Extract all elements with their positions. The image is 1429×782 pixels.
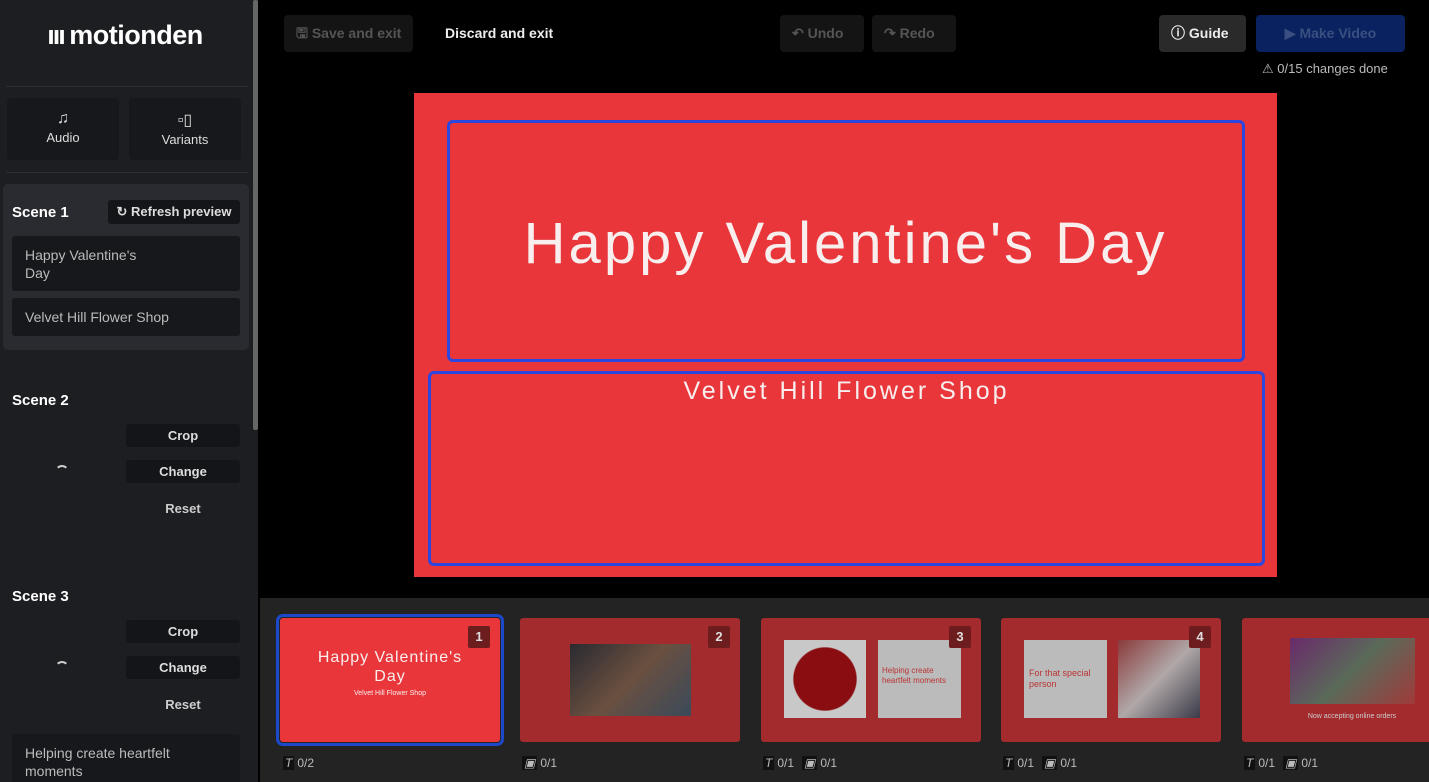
scene-1-title-field[interactable]: Happy Valentine's Day	[12, 236, 240, 291]
scene-1-title: Scene 1	[12, 204, 69, 221]
sidebar: ııı motionden ♫ Audio ▫▯ Variants Scene 1 …	[0, 0, 258, 782]
image-icon: ▣	[522, 756, 538, 770]
thumb-text: Now accepting online orders	[1307, 713, 1397, 720]
scene-number-badge: 4	[1189, 626, 1211, 648]
image-icon: ▣	[1283, 756, 1299, 770]
scene-2-title: Scene 2	[12, 392, 69, 409]
thumb-text: For that special person	[1024, 640, 1107, 718]
redo-icon: ↷	[884, 25, 900, 41]
scene-thumbnail-2[interactable]: 2	[520, 618, 740, 742]
loading-spinner-icon	[55, 465, 69, 479]
discard-and-exit-button[interactable]: Discard and exit	[433, 15, 565, 52]
warning-icon: ⚠	[1262, 61, 1278, 76]
refresh-icon: ↻	[116, 204, 132, 219]
sidebar-scrollbar[interactable]	[253, 0, 258, 430]
text-icon: T	[1003, 756, 1015, 770]
changes-status: ⚠ 0/15 changes done	[1262, 61, 1388, 77]
variants-icon: ▫▯	[177, 112, 193, 129]
image-icon: ▣	[1042, 756, 1058, 770]
scene-3-title: Scene 3	[12, 588, 69, 605]
thumb-5-counts: T 0/1 ▣ 0/1	[1244, 756, 1319, 770]
audio-label: Audio	[46, 130, 80, 145]
thumb-4-counts: T 0/1 ▣ 0/1	[1003, 756, 1078, 770]
variants-label: Variants	[161, 132, 209, 147]
thumb-2-counts: ▣ 0/1	[522, 756, 558, 770]
changes-text: 0/15 changes done	[1277, 61, 1388, 76]
canvas-subtitle[interactable]: Velvet Hill Flower Shop	[428, 377, 1265, 406]
scene-thumbnail-3[interactable]: Helping create heartfelt moments 3	[761, 618, 981, 742]
preview-canvas: Happy Valentine's Day Velvet Hill Flower…	[414, 93, 1277, 577]
redo-button[interactable]: ↷ Redo	[872, 15, 956, 52]
save-and-exit-button[interactable]: 🖫 Save and exit	[284, 15, 414, 52]
guide-button[interactable]: ⓘ Guide	[1159, 15, 1246, 52]
guide-label: Guide	[1188, 25, 1229, 41]
scene-2-change-button[interactable]: Change	[126, 460, 240, 483]
loading-spinner-icon	[55, 661, 69, 675]
online-orders-photo	[1290, 638, 1415, 704]
make-video-button[interactable]: ▶ Make Video	[1256, 15, 1405, 52]
thumb-title: Happy Valentine's Day	[317, 649, 463, 685]
undo-button[interactable]: ↶ Undo	[780, 15, 864, 52]
scene-2-reset-button[interactable]: Reset	[126, 501, 240, 516]
music-note-icon: ♫	[57, 110, 69, 127]
audio-button[interactable]: ♫ Audio	[7, 98, 119, 160]
couple-photo	[1118, 640, 1200, 718]
undo-label: Undo	[807, 25, 844, 41]
refresh-label: Refresh preview	[131, 204, 232, 219]
logo: ııı motionden	[47, 20, 203, 50]
divider	[6, 172, 248, 173]
scene-2-crop-button[interactable]: Crop	[126, 424, 240, 447]
text-icon: T	[283, 756, 295, 770]
redo-label: Redo	[899, 25, 935, 41]
scene-number-badge: 1	[468, 626, 490, 648]
divider	[6, 86, 248, 87]
undo-icon: ↶	[792, 25, 808, 41]
image-icon: ▣	[802, 756, 818, 770]
thumb-3-counts: T 0/1 ▣ 0/1	[763, 756, 838, 770]
scene-1-subtitle-field[interactable]: Velvet Hill Flower Shop	[12, 298, 240, 336]
scene-number-badge: 3	[949, 626, 971, 648]
save-label: Save and exit	[311, 25, 402, 41]
refresh-preview-button[interactable]: ↻ Refresh preview	[108, 200, 240, 224]
scene-3-change-button[interactable]: Change	[126, 656, 240, 679]
scene-3-crop-button[interactable]: Crop	[126, 620, 240, 643]
help-icon: ⓘ	[1171, 25, 1189, 41]
play-icon: ▶	[1284, 25, 1300, 41]
logo-text: motionden	[69, 20, 203, 50]
variants-button[interactable]: ▫▯ Variants	[129, 98, 241, 160]
text-icon: T	[763, 756, 775, 770]
thumb-text: Helping create heartfelt moments	[878, 640, 961, 718]
text-icon: T	[1244, 756, 1256, 770]
thumb-1-counts: T 0/2	[283, 756, 315, 770]
scene-thumbnail-4[interactable]: For that special person 4	[1001, 618, 1221, 742]
thumb-subtitle: Velvet Hill Flower Shop	[354, 690, 426, 697]
save-icon: 🖫	[296, 25, 312, 41]
make-video-label: Make Video	[1299, 25, 1377, 41]
canvas-title[interactable]: Happy Valentine's Day	[514, 208, 1177, 280]
scene-3-text-field[interactable]: Helping create heartfelt moments	[12, 734, 240, 782]
scene-number-badge: 2	[708, 626, 730, 648]
scene-thumbnail-1[interactable]: Happy Valentine's Day Velvet Hill Flower…	[276, 614, 504, 746]
scene-thumbnail-5[interactable]: Now accepting online orders	[1242, 618, 1429, 742]
scene-3-reset-button[interactable]: Reset	[126, 697, 240, 712]
roses-photo	[784, 640, 866, 718]
florist-photo	[570, 644, 691, 716]
